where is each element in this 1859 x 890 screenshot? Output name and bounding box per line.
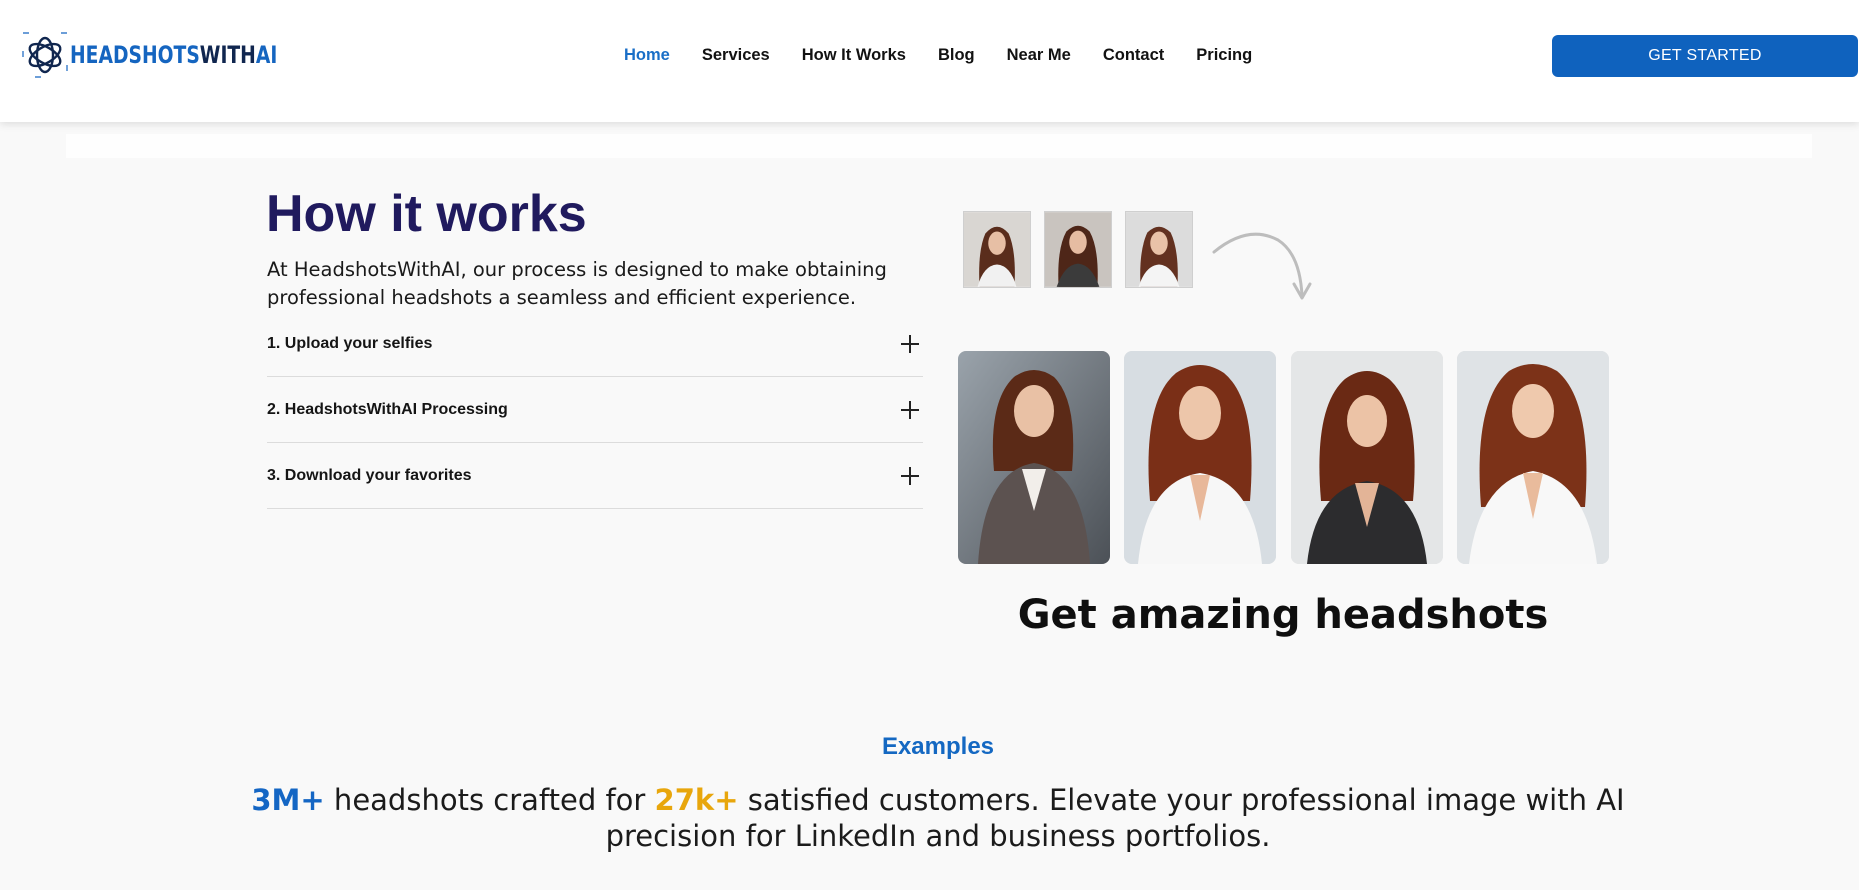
nav-how-it-works[interactable]: How It Works bbox=[802, 46, 906, 65]
nav-services[interactable]: Services bbox=[702, 46, 770, 65]
nav-home[interactable]: Home bbox=[624, 46, 670, 65]
nav-pricing[interactable]: Pricing bbox=[1196, 46, 1252, 65]
main-nav: Home Services How It Works Blog Near Me … bbox=[624, 46, 1284, 65]
examples-text-part: satisfied customers. Elevate your profes… bbox=[605, 783, 1625, 853]
curved-arrow-icon bbox=[1212, 232, 1312, 300]
plus-icon[interactable] bbox=[901, 400, 919, 419]
headshot-example bbox=[1291, 351, 1443, 564]
brand-wordmark: HEADSHOTSWITHAI bbox=[70, 41, 278, 69]
headshots-count: 3M+ bbox=[251, 783, 325, 817]
section-intro: At HeadshotsWithAI, our process is desig… bbox=[267, 258, 887, 309]
customers-count: 27k+ bbox=[654, 783, 739, 817]
section-title: How it works bbox=[266, 185, 587, 243]
openai-knot-icon bbox=[22, 32, 68, 78]
headshot-example bbox=[958, 351, 1110, 564]
accordion-label: 2. HeadshotsWithAI Processing bbox=[267, 400, 508, 418]
faded-strip bbox=[66, 134, 1812, 158]
site-header: HEADSHOTSWITHAI Home Services How It Wor… bbox=[0, 0, 1859, 122]
nav-contact[interactable]: Contact bbox=[1103, 46, 1164, 65]
accordion-step-upload[interactable]: 1. Upload your selfies bbox=[267, 311, 923, 377]
nav-blog[interactable]: Blog bbox=[938, 46, 975, 65]
brand-logo[interactable]: HEADSHOTSWITHAI bbox=[22, 32, 336, 78]
accordion-step-download[interactable]: 3. Download your favorites bbox=[267, 443, 923, 509]
accordion-step-processing[interactable]: 2. HeadshotsWithAI Processing bbox=[267, 377, 923, 443]
headshot-example bbox=[1457, 351, 1609, 564]
headshot-example bbox=[1124, 351, 1276, 564]
selfie-thumbnail bbox=[1044, 211, 1112, 288]
examples-title: Examples bbox=[881, 733, 995, 760]
plus-icon[interactable] bbox=[901, 466, 919, 485]
selfie-thumbnail bbox=[963, 211, 1031, 288]
plus-icon[interactable] bbox=[901, 334, 919, 353]
image-caption: Get amazing headshots bbox=[1017, 592, 1549, 638]
get-started-button[interactable]: GET STARTED bbox=[1552, 35, 1858, 77]
accordion-label: 3. Download your favorites bbox=[267, 466, 472, 484]
accordion-label: 1. Upload your selfies bbox=[267, 334, 433, 352]
selfie-thumbnail bbox=[1125, 211, 1193, 288]
examples-text-part: headshots crafted for bbox=[324, 783, 655, 817]
nav-near-me[interactable]: Near Me bbox=[1007, 46, 1071, 65]
examples-description: 3M+ headshots crafted for 27k+ satisfied… bbox=[250, 782, 1626, 854]
